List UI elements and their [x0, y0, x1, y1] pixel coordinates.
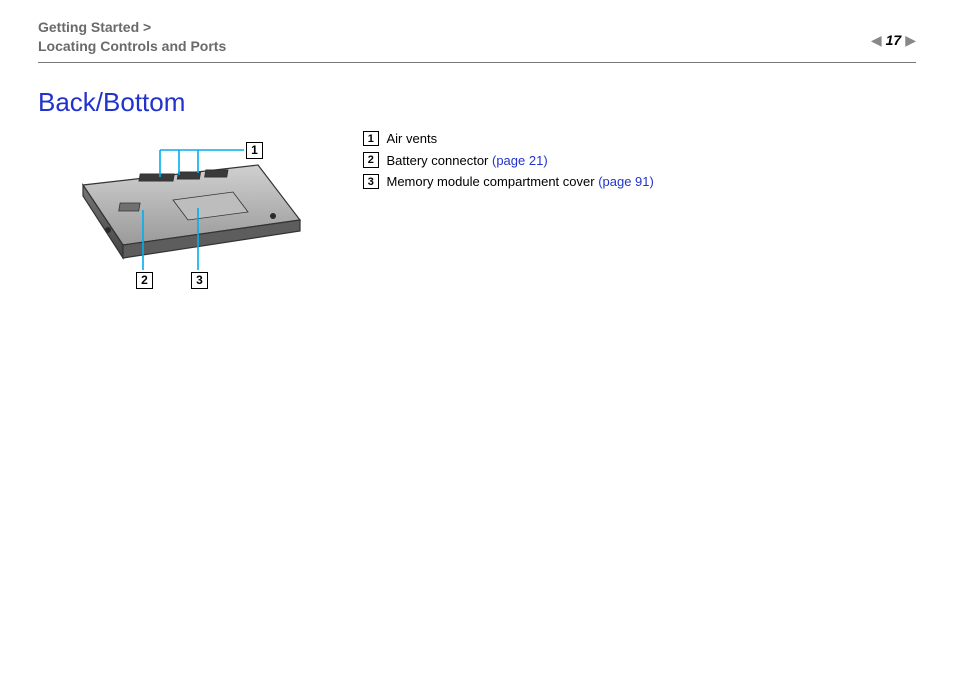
legend-text-1: Air vents	[387, 131, 438, 146]
legend-num-2: 2	[363, 152, 379, 168]
breadcrumb: Getting Started > Locating Controls and …	[38, 18, 226, 56]
breadcrumb-line-1: Getting Started >	[38, 18, 226, 37]
legend-row-3: 3 Memory module compartment cover (page …	[363, 174, 654, 190]
legend-row-2: 2 Battery connector (page 21)	[363, 152, 654, 168]
pager-next-icon[interactable]: ▶	[905, 33, 916, 47]
legend-num-3: 3	[363, 174, 379, 190]
laptop-bottom-illustration	[48, 130, 308, 300]
section-title: Back/Bottom	[38, 87, 916, 118]
legend-row-1: 1 Air vents	[363, 131, 654, 147]
page-number: 17	[886, 32, 902, 48]
device-diagram: 1 2 3	[38, 130, 308, 300]
callout-2: 2	[136, 272, 153, 289]
legend-link-3[interactable]: (page 91)	[598, 174, 654, 189]
legend-num-1: 1	[363, 131, 379, 147]
legend-link-2[interactable]: (page 21)	[492, 153, 548, 168]
legend-text-2: Battery connector	[387, 153, 493, 168]
callout-1: 1	[246, 142, 263, 159]
legend-text-3: Memory module compartment cover	[387, 174, 599, 189]
pager: ◀ 17 ▶	[871, 18, 916, 48]
pager-prev-icon[interactable]: ◀	[871, 33, 882, 47]
breadcrumb-line-2: Locating Controls and Ports	[38, 37, 226, 56]
page-header: Getting Started > Locating Controls and …	[38, 18, 916, 63]
legend: 1 Air vents 2 Battery connector (page 21…	[348, 130, 654, 196]
callout-3: 3	[191, 272, 208, 289]
